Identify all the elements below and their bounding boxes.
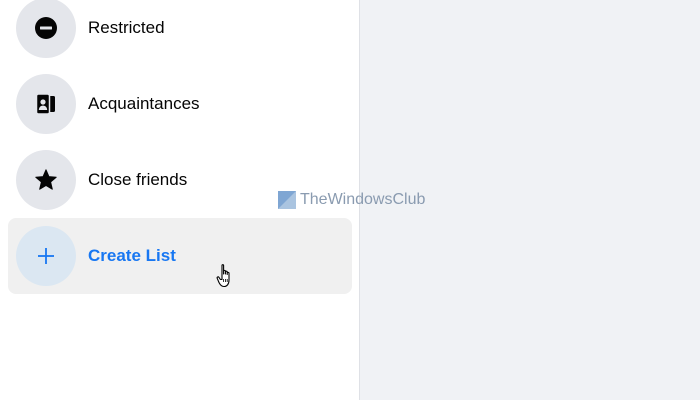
create-list-label: Create List [88,246,176,265]
star-icon [35,169,57,190]
restricted-icon-circle [16,0,76,58]
star-icon-circle [16,150,76,210]
plus-icon [38,248,54,264]
plus-icon-circle [16,226,76,286]
list-item-label: Restricted [88,18,165,37]
acquaintances-icon-circle [16,74,76,134]
create-list-button[interactable]: Create List [8,218,352,294]
restricted-icon [35,17,57,39]
list-item-restricted[interactable]: Restricted [8,0,352,66]
list-item-label: Acquaintances [88,94,200,113]
watermark-text: TheWindowsClub [300,191,426,208]
hand-pointer-cursor-icon [216,264,230,288]
list-item-acquaintances[interactable]: Acquaintances [8,66,352,142]
watermark-logo-icon [278,191,296,209]
list-item-label: Close friends [88,170,188,189]
watermark: TheWindowsClub [278,190,425,210]
acquaintances-icon [35,93,55,115]
